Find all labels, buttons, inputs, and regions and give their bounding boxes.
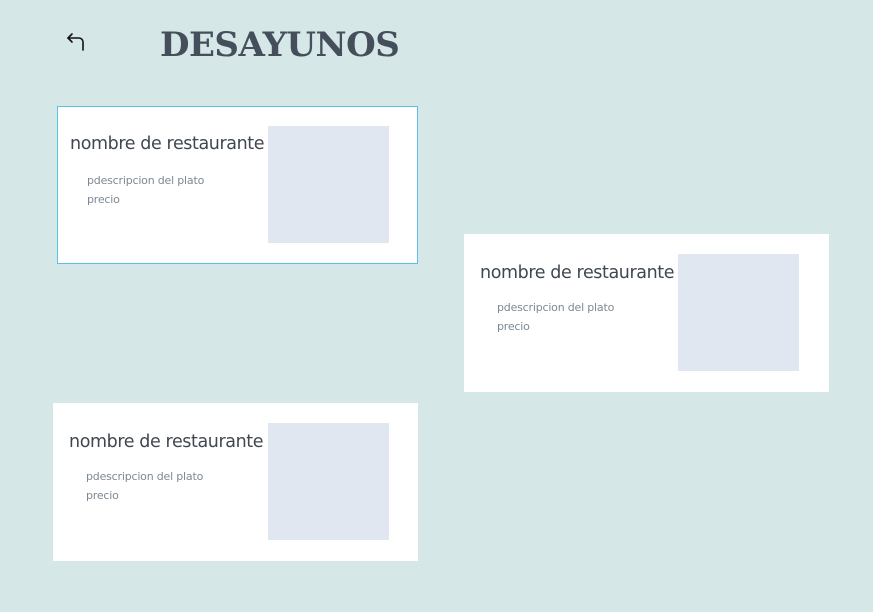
page-title: DESAYUNOS bbox=[160, 25, 400, 65]
dish-image-placeholder bbox=[268, 126, 389, 243]
dish-image-placeholder bbox=[678, 254, 799, 371]
dish-price: precio bbox=[87, 193, 120, 206]
dish-price: precio bbox=[497, 320, 530, 333]
restaurant-name: nombre de restaurante bbox=[69, 432, 264, 452]
restaurant-name: nombre de restaurante bbox=[480, 263, 675, 283]
dish-description: pdescripcion del plato bbox=[87, 174, 205, 187]
dish-card[interactable]: nombre de restaurante pdescripcion del p… bbox=[464, 234, 829, 392]
return-arrow-icon bbox=[64, 30, 88, 59]
restaurant-name: nombre de restaurante bbox=[70, 134, 265, 154]
dish-description: pdescripcion del plato bbox=[497, 301, 615, 314]
dish-price: precio bbox=[86, 489, 119, 502]
back-button[interactable] bbox=[61, 29, 91, 59]
dish-description: pdescripcion del plato bbox=[86, 470, 204, 483]
dish-image-placeholder bbox=[268, 423, 389, 540]
dish-card[interactable]: nombre de restaurante pdescripcion del p… bbox=[53, 403, 418, 561]
dish-card[interactable]: nombre de restaurante pdescripcion del p… bbox=[57, 106, 418, 264]
